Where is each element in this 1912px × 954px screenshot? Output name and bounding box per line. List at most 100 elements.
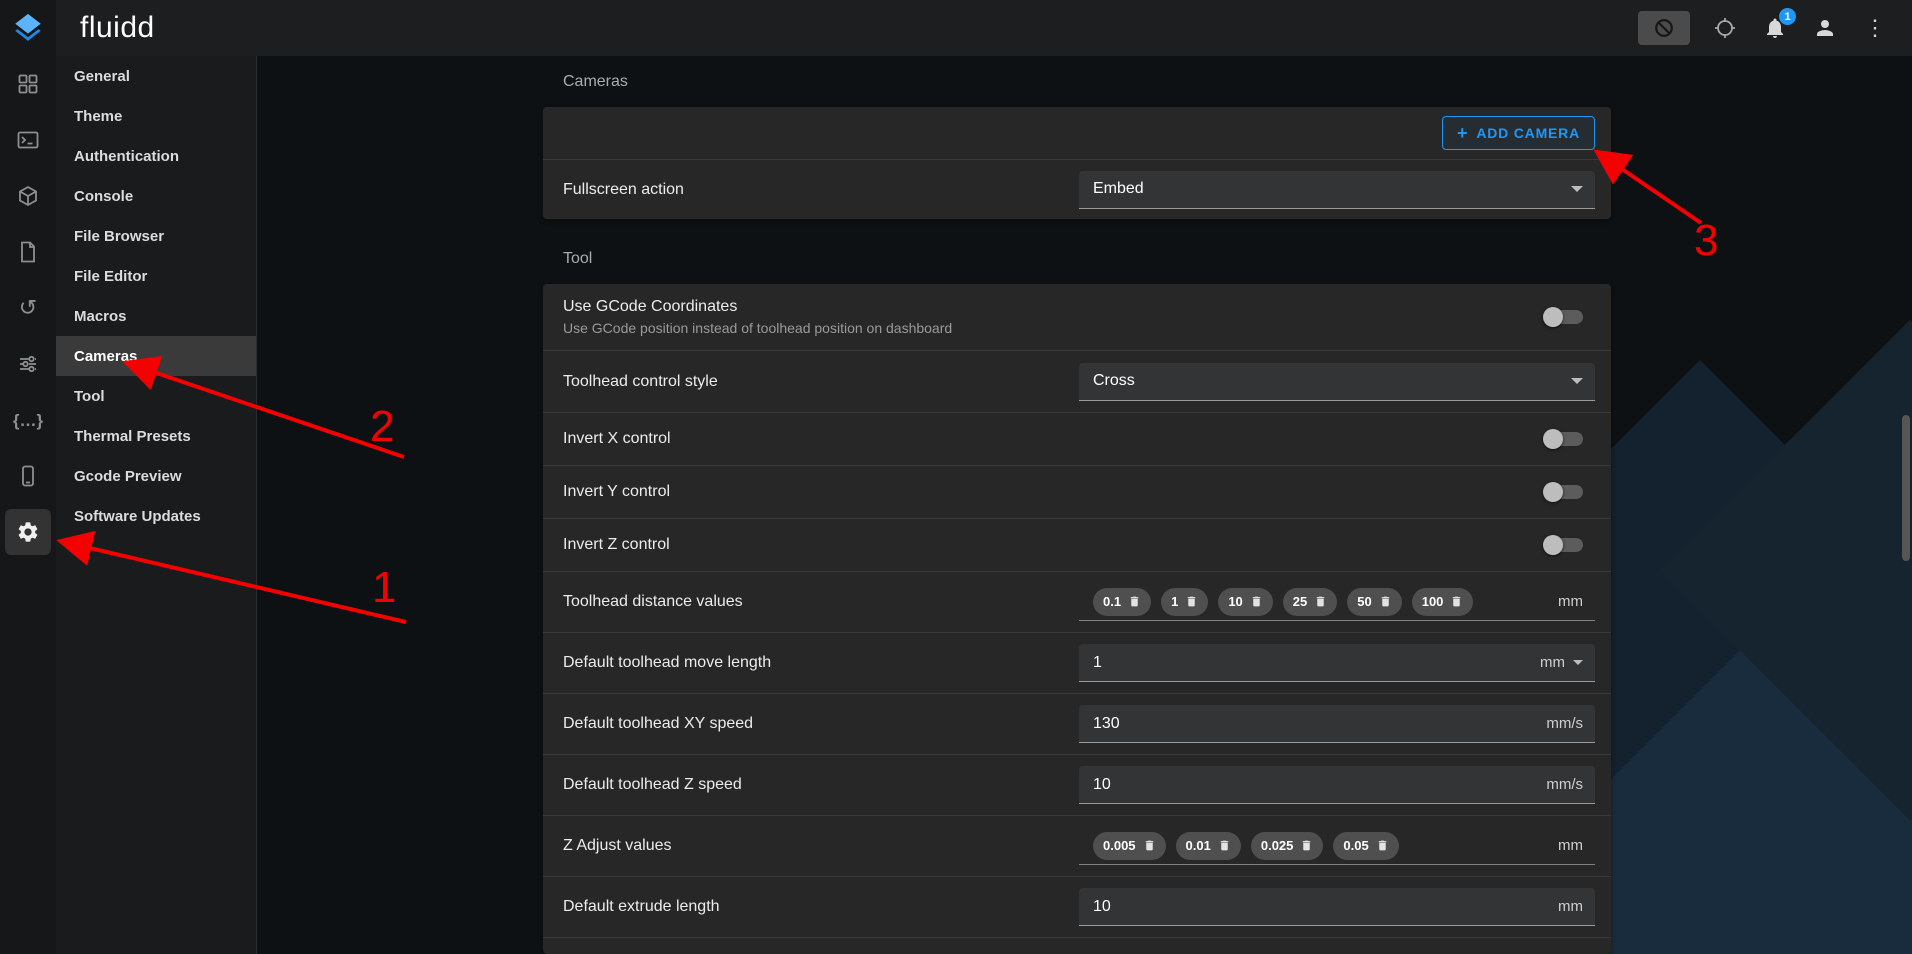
settings-menu: General Theme Authentication Console Fil… — [56, 56, 257, 954]
gcode-preview-icon — [16, 184, 40, 208]
invert-x-row: Invert X control — [543, 412, 1611, 465]
invert-z-row: Invert Z control — [543, 518, 1611, 571]
toolhead-control-style-select[interactable]: Cross — [1079, 363, 1595, 401]
settings-nav-file-editor[interactable]: File Editor — [56, 256, 256, 296]
extrude-length-input[interactable] — [1093, 898, 1548, 916]
delete-icon[interactable] — [1250, 595, 1263, 608]
configure-icon: {…} — [13, 412, 43, 429]
extrude-length-field: mm — [1079, 888, 1595, 926]
rail-system-button[interactable] — [0, 448, 56, 504]
emergency-stop-button[interactable] — [1638, 11, 1690, 45]
settings-nav-software-updates[interactable]: Software Updates — [56, 496, 256, 536]
move-length-input[interactable] — [1093, 654, 1530, 672]
z-speed-input[interactable] — [1093, 776, 1536, 794]
z-adjust-chip[interactable]: 0.05 — [1333, 832, 1398, 860]
jobs-icon — [16, 240, 40, 264]
app-title: fluidd — [80, 11, 155, 45]
xy-speed-unit: mm/s — [1546, 715, 1583, 732]
rail-gcode-preview-button[interactable] — [0, 168, 56, 224]
z-adjust-chip[interactable]: 0.025 — [1251, 832, 1324, 860]
rail-configure-button[interactable]: {…} — [0, 392, 56, 448]
settings-active-highlight — [5, 509, 51, 555]
xy-speed-input[interactable] — [1093, 715, 1536, 733]
settings-nav-tool[interactable]: Tool — [56, 376, 256, 416]
rail-settings-button[interactable] — [0, 504, 56, 560]
invert-y-row: Invert Y control — [543, 465, 1611, 518]
system-icon — [16, 464, 40, 488]
cameras-section-title: Cameras — [563, 73, 628, 91]
plus-icon: + — [1457, 124, 1468, 142]
rail-console-button[interactable] — [0, 112, 56, 168]
z-adjust-values-row: Z Adjust values 0.005 0.01 0.025 — [543, 815, 1611, 876]
distance-chip[interactable]: 1 — [1161, 588, 1208, 616]
settings-nav-theme[interactable]: Theme — [56, 96, 256, 136]
history-icon: ↺ — [19, 297, 37, 319]
add-camera-button[interactable]: + ADD CAMERA — [1442, 116, 1595, 150]
delete-icon[interactable] — [1379, 595, 1392, 608]
user-button[interactable] — [1810, 13, 1840, 43]
move-length-label: Default toolhead move length — [563, 654, 771, 672]
delete-icon[interactable] — [1218, 839, 1231, 852]
app-bar-actions: 1 ⋮ — [1638, 11, 1912, 45]
toolhead-control-style-label: Toolhead control style — [563, 373, 718, 391]
xy-speed-field: mm/s — [1079, 705, 1595, 743]
fluidd-logo-icon — [11, 11, 45, 45]
cameras-toolbar: + ADD CAMERA — [543, 107, 1611, 159]
app-logo[interactable] — [0, 0, 56, 56]
invert-z-label: Invert Z control — [563, 536, 670, 554]
z-adjust-chip[interactable]: 0.01 — [1176, 832, 1241, 860]
fullscreen-action-select[interactable]: Embed — [1079, 171, 1595, 209]
distance-chip[interactable]: 50 — [1347, 588, 1401, 616]
move-length-row: Default toolhead move length mm — [543, 632, 1611, 693]
tool-card: Use GCode Coordinates Use GCode position… — [543, 284, 1611, 954]
gcode-coordinates-subtitle: Use GCode position instead of toolhead p… — [563, 320, 952, 336]
delete-icon[interactable] — [1128, 595, 1141, 608]
chevron-down-icon — [1571, 186, 1583, 192]
scrollbar-thumb[interactable] — [1902, 415, 1910, 561]
distance-chip[interactable]: 0.1 — [1093, 588, 1151, 616]
toolhead-distance-values-row: Toolhead distance values 0.1 1 10 — [543, 571, 1611, 632]
settings-nav-gcode-preview[interactable]: Gcode Preview — [56, 456, 256, 496]
settings-nav-general[interactable]: General — [56, 56, 256, 96]
settings-nav-file-browser[interactable]: File Browser — [56, 216, 256, 256]
z-adjust-chip[interactable]: 0.005 — [1093, 832, 1166, 860]
delete-icon[interactable] — [1185, 595, 1198, 608]
z-adjust-chipfield: 0.005 0.01 0.025 0.05 mm — [1079, 827, 1595, 865]
settings-nav-console[interactable]: Console — [56, 176, 256, 216]
toolhead-control-style-value: Cross — [1093, 372, 1135, 390]
delete-icon[interactable] — [1300, 839, 1313, 852]
z-speed-field: mm/s — [1079, 766, 1595, 804]
invert-x-toggle[interactable] — [1546, 432, 1583, 446]
settings-nav-cameras[interactable]: Cameras — [56, 336, 256, 376]
rail-tune-button[interactable] — [0, 336, 56, 392]
distance-chip[interactable]: 10 — [1218, 588, 1272, 616]
z-adjust-unit: mm — [1558, 837, 1583, 854]
settings-nav-thermal-presets[interactable]: Thermal Presets — [56, 416, 256, 456]
rail-history-button[interactable]: ↺ — [0, 280, 56, 336]
invert-y-toggle[interactable] — [1546, 485, 1583, 499]
rail-jobs-button[interactable] — [0, 224, 56, 280]
rail-dashboard-button[interactable] — [0, 56, 56, 112]
cameras-card: + ADD CAMERA Fullscreen action Embed — [543, 107, 1611, 219]
tune-icon — [16, 352, 40, 376]
delete-icon[interactable] — [1376, 839, 1389, 852]
gcode-coordinates-toggle[interactable] — [1546, 310, 1583, 324]
xy-speed-row: Default toolhead XY speed mm/s — [543, 693, 1611, 754]
move-length-field: mm — [1079, 644, 1595, 682]
delete-icon[interactable] — [1314, 595, 1327, 608]
host-controls-button[interactable] — [1710, 13, 1740, 43]
settings-nav-authentication[interactable]: Authentication — [56, 136, 256, 176]
delete-icon[interactable] — [1143, 839, 1156, 852]
chevron-down-icon[interactable] — [1573, 660, 1583, 665]
extrude-length-row: Default extrude length mm — [543, 876, 1611, 937]
settings-nav-macros[interactable]: Macros — [56, 296, 256, 336]
delete-icon[interactable] — [1450, 595, 1463, 608]
invert-z-toggle[interactable] — [1546, 538, 1583, 552]
overflow-menu-button[interactable]: ⋮ — [1860, 13, 1890, 43]
notifications-button[interactable]: 1 — [1760, 13, 1790, 43]
fullscreen-action-label: Fullscreen action — [563, 181, 684, 199]
gcode-coordinates-label: Use GCode Coordinates — [563, 298, 952, 316]
distance-chip[interactable]: 25 — [1283, 588, 1337, 616]
tool-section-title: Tool — [563, 250, 592, 268]
distance-chip[interactable]: 100 — [1412, 588, 1474, 616]
